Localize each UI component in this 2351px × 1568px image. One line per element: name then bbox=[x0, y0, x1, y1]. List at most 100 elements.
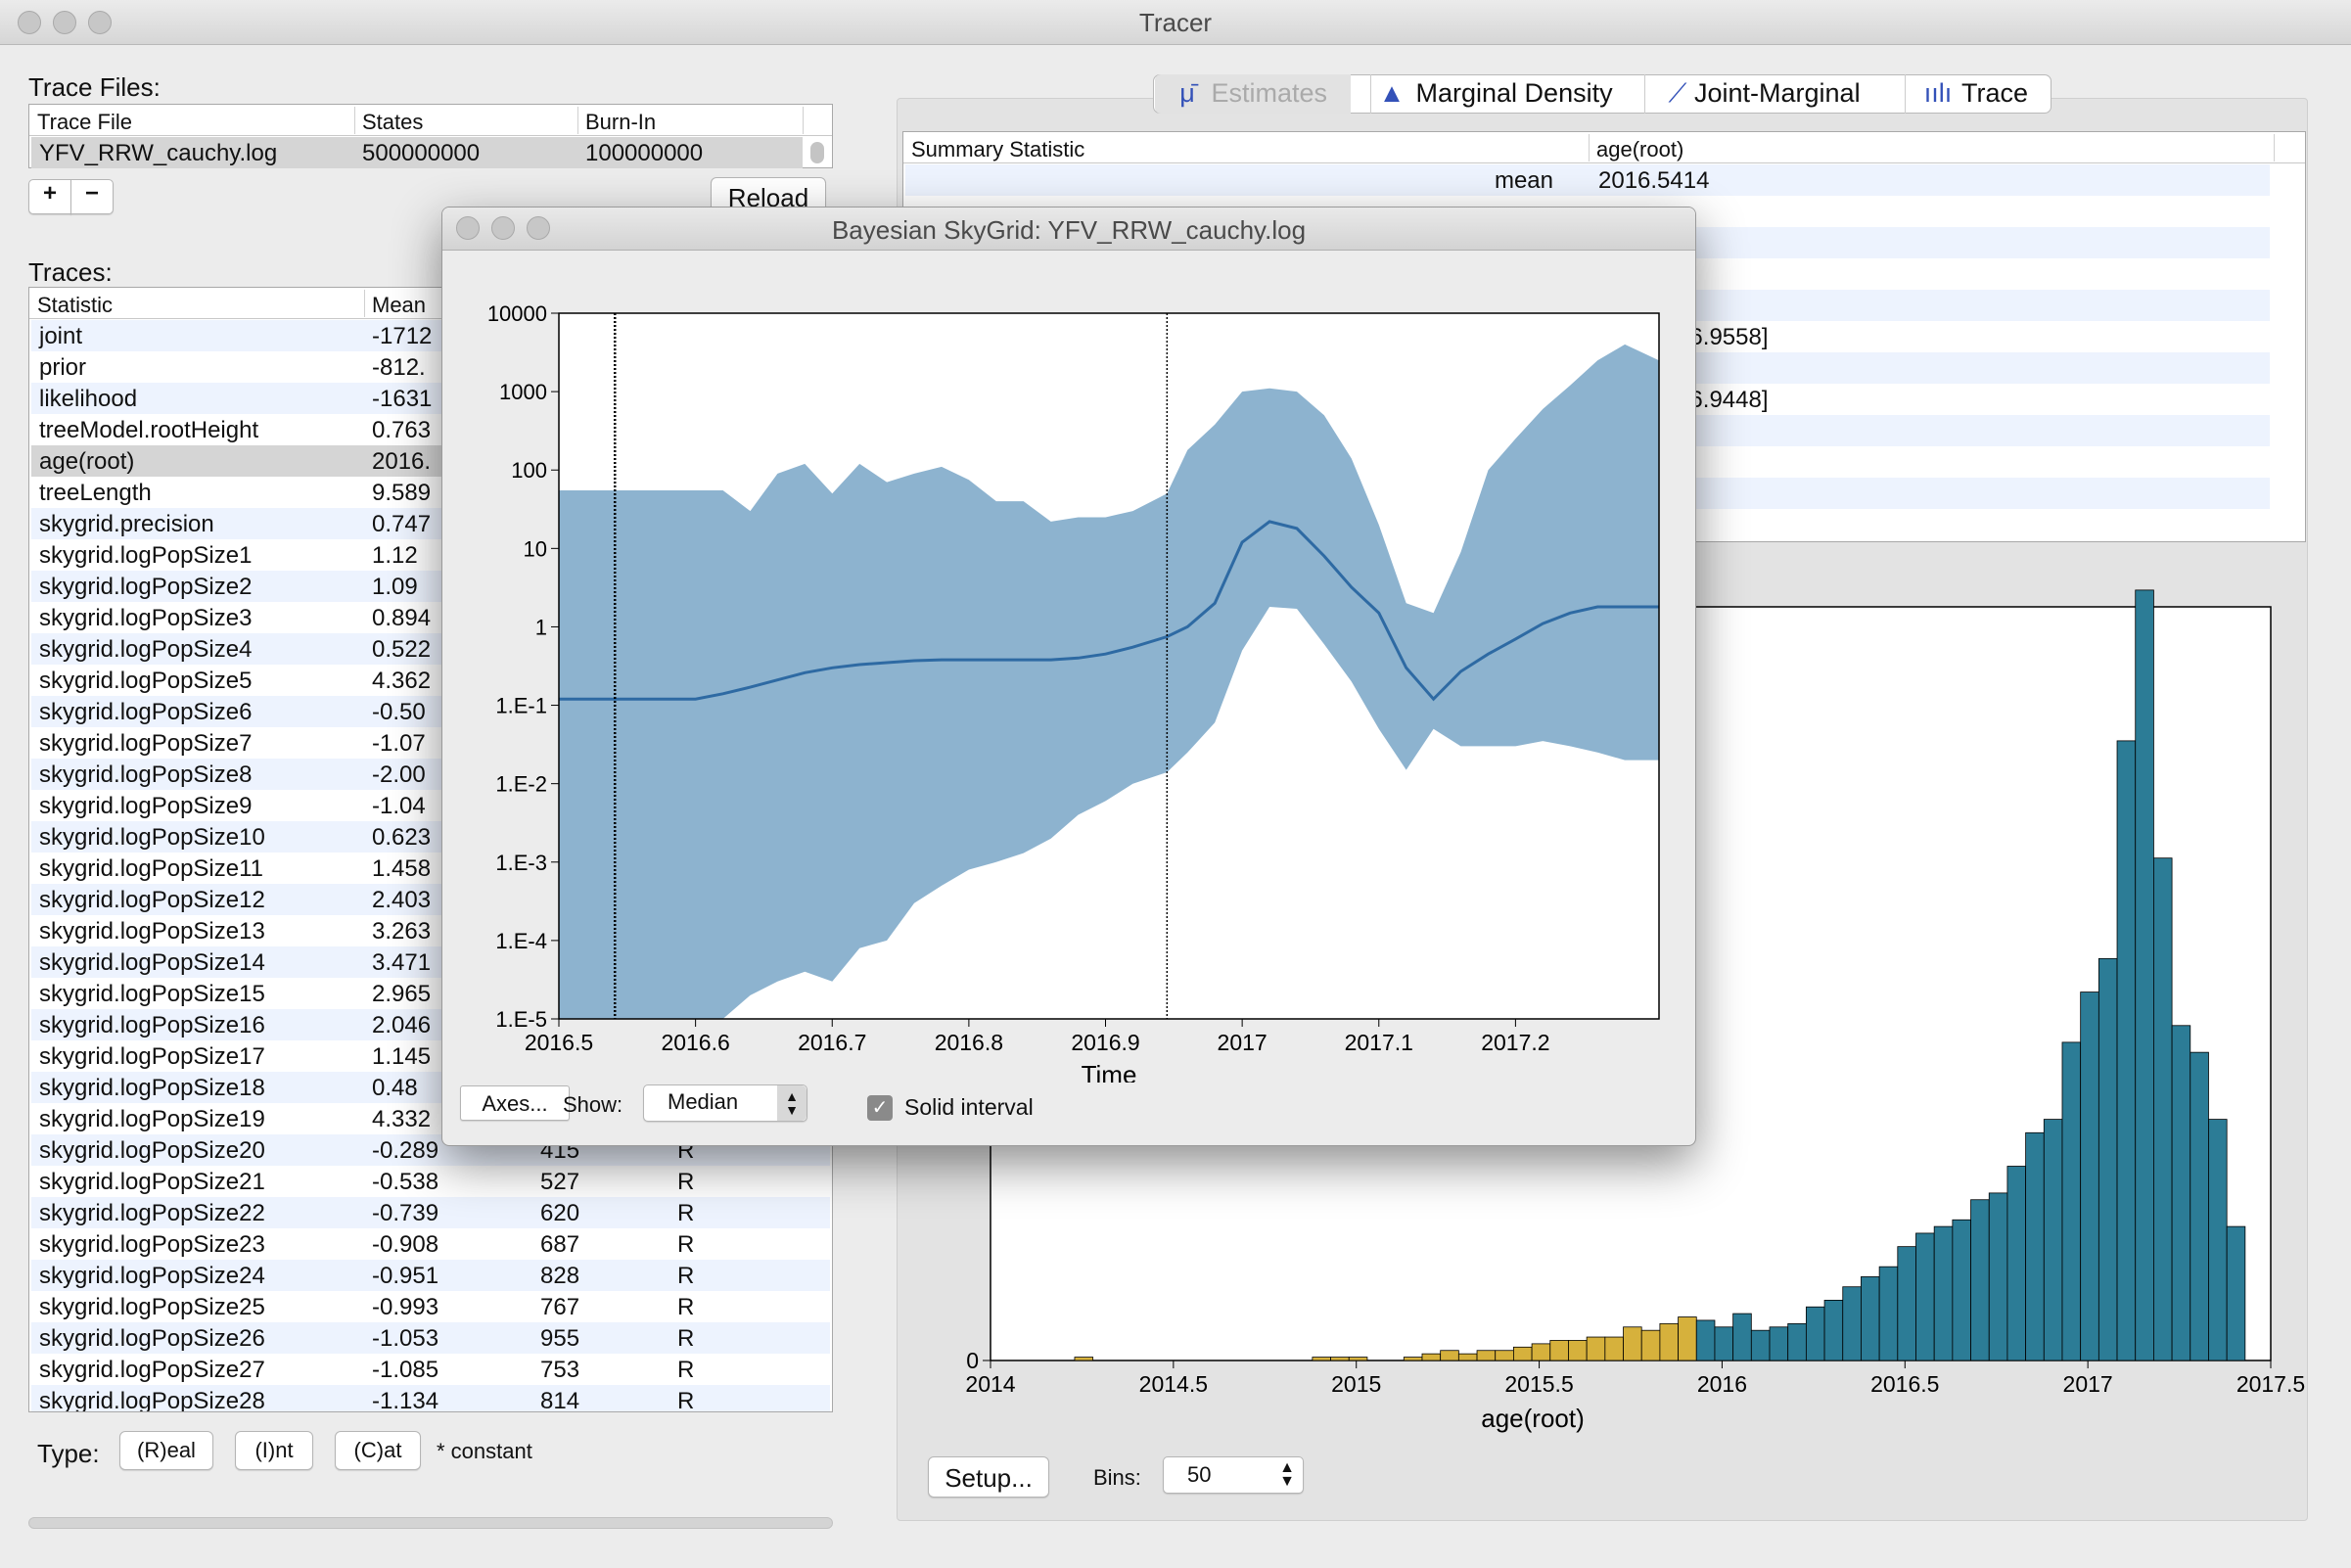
add-trace-button[interactable]: + bbox=[28, 179, 71, 214]
skygrid-window: Bayesian SkyGrid: YFV_RRW_cauchy.log 201… bbox=[441, 207, 1696, 1146]
show-select[interactable]: Median ▲ ▼ bbox=[643, 1084, 807, 1122]
axes-button[interactable]: Axes... bbox=[460, 1085, 570, 1121]
tab-joint-marginal[interactable]: ⟋ Joint-Marginal bbox=[1644, 74, 1901, 114]
col-mean[interactable]: Mean bbox=[372, 293, 426, 318]
trace-mean: 0.894 bbox=[372, 605, 432, 631]
trace-statistic: treeLength bbox=[39, 480, 152, 506]
trace-mean: -0.538 bbox=[372, 1169, 439, 1195]
trace-mean: 1.458 bbox=[372, 855, 432, 882]
histogram-bar bbox=[1750, 1329, 1771, 1361]
col-burn-in[interactable]: Burn-In bbox=[585, 110, 656, 135]
trace-row[interactable]: skygrid.logPopSize25 -0.993 767 R bbox=[31, 1291, 830, 1322]
setup-button[interactable]: Setup... bbox=[928, 1456, 1049, 1498]
bins-field[interactable]: 50 ▲ ▼ bbox=[1163, 1456, 1304, 1494]
type-real-button[interactable]: (R)eal bbox=[119, 1431, 213, 1470]
histogram-bar bbox=[2226, 1225, 2246, 1361]
histogram-bar bbox=[1659, 1322, 1679, 1361]
x-tick-label: 2017 bbox=[1218, 1030, 1268, 1055]
histogram-bar bbox=[2190, 1051, 2209, 1361]
histogram-bar bbox=[2135, 589, 2154, 1361]
histogram-bar bbox=[1897, 1246, 1916, 1361]
solid-interval-checkbox[interactable]: ✓ bbox=[867, 1095, 893, 1121]
trace-statistic: skygrid.logPopSize12 bbox=[39, 887, 265, 913]
trace-type: R bbox=[677, 1325, 695, 1352]
stepper-icon[interactable]: ▲ ▼ bbox=[1279, 1460, 1295, 1490]
trace-row[interactable]: skygrid.logPopSize24 -0.951 828 R bbox=[31, 1260, 830, 1291]
histogram-bar bbox=[1915, 1232, 1935, 1361]
trace-mean: 9.589 bbox=[372, 480, 432, 506]
histogram-bar bbox=[1678, 1316, 1697, 1361]
trace-statistic: skygrid.logPopSize5 bbox=[39, 668, 253, 694]
type-int-button[interactable]: (I)nt bbox=[235, 1431, 313, 1470]
trace-file-row[interactable]: YFV_RRW_cauchy.log 500000000 100000000 bbox=[31, 137, 803, 168]
trace-ess: 828 bbox=[540, 1263, 580, 1289]
histogram-bar bbox=[1421, 1353, 1442, 1361]
trace-mean: 4.332 bbox=[372, 1106, 432, 1132]
x-tick-label: 2016.7 bbox=[798, 1030, 866, 1055]
trace-statistic: skygrid.logPopSize7 bbox=[39, 730, 253, 757]
histogram-bar bbox=[2025, 1131, 2045, 1361]
title-bar: Tracer bbox=[0, 0, 2351, 45]
histogram-bar bbox=[1823, 1300, 1844, 1361]
trace-mean: 0.747 bbox=[372, 511, 432, 537]
trace-statistic: skygrid.logPopSize21 bbox=[39, 1169, 265, 1195]
trace-mean: 0.48 bbox=[372, 1075, 418, 1101]
histogram-bar bbox=[1440, 1350, 1459, 1361]
histogram-bar bbox=[1348, 1357, 1368, 1361]
summary-value: 2016.5414 bbox=[1598, 167, 1710, 194]
tab-marginal-density[interactable]: ▲ Marginal Density bbox=[1370, 74, 1640, 114]
col-statistic[interactable]: Statistic bbox=[37, 293, 113, 318]
trace-mean: 1.12 bbox=[372, 542, 418, 569]
trace-statistic: skygrid.logPopSize9 bbox=[39, 793, 253, 819]
chevron-updown-icon: ▲ ▼ bbox=[777, 1085, 807, 1121]
trace-statistic: skygrid.logPopSize15 bbox=[39, 981, 265, 1007]
col-age-root[interactable]: age(root) bbox=[1596, 137, 1683, 162]
trace-file-burnin: 100000000 bbox=[585, 140, 704, 166]
trace-mean: -0.951 bbox=[372, 1263, 439, 1289]
histogram-bar bbox=[1513, 1346, 1533, 1361]
trace-mean: -812. bbox=[372, 354, 426, 381]
trace-ess: 620 bbox=[540, 1200, 580, 1226]
col-states[interactable]: States bbox=[362, 110, 423, 135]
trace-mean: -1.053 bbox=[372, 1325, 439, 1352]
trace-mean: -0.908 bbox=[372, 1231, 439, 1258]
x-tick-label: 2014.5 bbox=[1139, 1371, 1208, 1397]
tab-estimates[interactable]: μ̄ Estimates bbox=[1155, 74, 1351, 114]
trace-row[interactable]: skygrid.logPopSize21 -0.538 527 R bbox=[31, 1166, 830, 1197]
trace-type: R bbox=[677, 1388, 695, 1412]
trace-file-states: 500000000 bbox=[362, 140, 481, 166]
trace-statistic: skygrid.logPopSize13 bbox=[39, 918, 265, 945]
trace-row[interactable]: skygrid.logPopSize23 -0.908 687 R bbox=[31, 1228, 830, 1260]
trace-row[interactable]: skygrid.logPopSize26 -1.053 955 R bbox=[31, 1322, 830, 1354]
trace-statistic: treeModel.rootHeight bbox=[39, 417, 259, 443]
col-summary-statistic[interactable]: Summary Statistic bbox=[911, 137, 1084, 162]
joint-marginal-icon: ⟋ bbox=[1668, 78, 1687, 108]
y-tick-label: 1.E-2 bbox=[495, 772, 547, 797]
trace-mean: 3.471 bbox=[372, 949, 432, 976]
trace-type: R bbox=[677, 1231, 695, 1258]
trace-row[interactable]: skygrid.logPopSize27 -1.085 753 R bbox=[31, 1354, 830, 1385]
trace-statistic: skygrid.logPopSize23 bbox=[39, 1231, 265, 1258]
x-axis-label: age(root) bbox=[1481, 1404, 1585, 1433]
histogram-bar bbox=[1604, 1336, 1624, 1361]
histogram-bar bbox=[1074, 1357, 1094, 1361]
type-cat-button[interactable]: (C)at bbox=[335, 1431, 421, 1470]
trace-files-scrollbar[interactable] bbox=[810, 142, 824, 163]
trace-ess: 687 bbox=[540, 1231, 580, 1258]
trace-mean: -0.50 bbox=[372, 699, 426, 725]
histogram-bar bbox=[1714, 1326, 1734, 1361]
histogram-bar bbox=[1861, 1276, 1880, 1361]
x-tick-label: 2016.9 bbox=[1071, 1030, 1139, 1055]
trace-statistic: skygrid.logPopSize19 bbox=[39, 1106, 265, 1132]
histogram-bar bbox=[1878, 1266, 1899, 1361]
col-trace-file[interactable]: Trace File bbox=[37, 110, 132, 135]
traces-horizontal-scrollbar[interactable] bbox=[28, 1517, 833, 1529]
histogram-bar bbox=[1623, 1326, 1642, 1361]
tab-trace[interactable]: ıılı Trace bbox=[1905, 74, 2051, 114]
trace-row[interactable]: skygrid.logPopSize22 -0.739 620 R bbox=[31, 1197, 830, 1228]
trace-row[interactable]: skygrid.logPopSize28 -1.134 814 R bbox=[31, 1385, 830, 1412]
remove-trace-button[interactable]: − bbox=[70, 179, 114, 214]
x-tick-label: 2015.5 bbox=[1504, 1371, 1573, 1397]
histogram-bar bbox=[2006, 1166, 2027, 1361]
show-label: Show: bbox=[563, 1092, 623, 1117]
